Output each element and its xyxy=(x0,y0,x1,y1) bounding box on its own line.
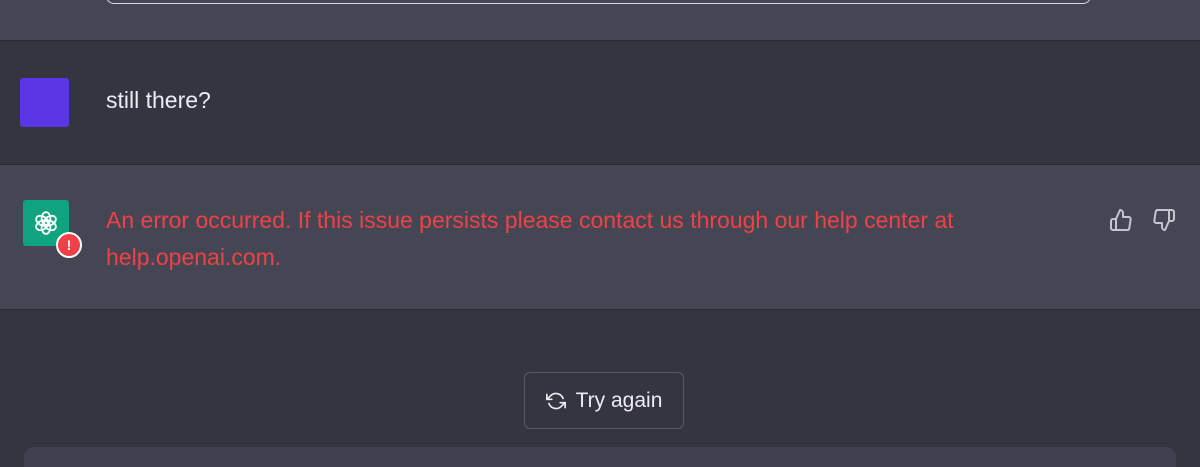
refresh-icon xyxy=(545,392,566,409)
previous-assistant-message xyxy=(0,0,1200,41)
try-again-label: Try again xyxy=(575,388,663,412)
user-message: still there? xyxy=(0,41,1200,165)
assistant-message: ! An error occurred. If this issue persi… xyxy=(0,165,1200,310)
error-message-text: An error occurred. If this issue persist… xyxy=(106,207,954,270)
thumbs-up-icon xyxy=(1110,209,1132,231)
user-message-text: still there? xyxy=(106,87,211,113)
thumbs-up-button[interactable] xyxy=(1107,206,1135,234)
table-bottom-edge xyxy=(106,0,1091,4)
message-input-box[interactable] xyxy=(24,447,1176,467)
openai-logo-icon xyxy=(35,211,57,235)
try-again-button[interactable]: Try again xyxy=(524,372,684,429)
user-avatar xyxy=(20,78,69,127)
thumbs-down-icon xyxy=(1153,209,1175,231)
thumbs-down-button[interactable] xyxy=(1150,206,1178,234)
regenerate-area: Try again xyxy=(0,310,1200,467)
error-badge-icon: ! xyxy=(56,232,82,258)
